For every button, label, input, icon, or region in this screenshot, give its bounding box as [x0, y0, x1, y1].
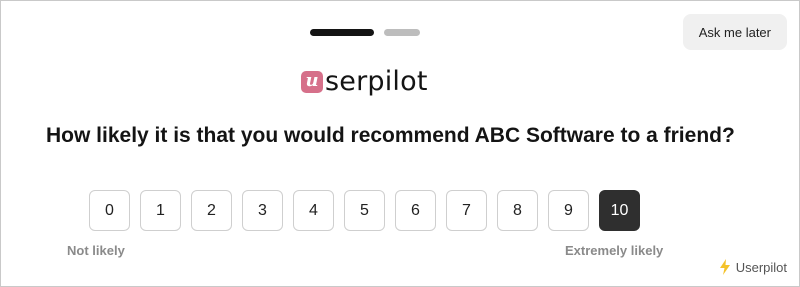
- scale-option-10[interactable]: 10: [599, 190, 640, 231]
- survey-question: How likely it is that you would recommen…: [46, 124, 735, 147]
- scale-option-9[interactable]: 9: [548, 190, 589, 231]
- nps-scale: 0 1 2 3 4 5 6 7 8 9 10: [89, 190, 640, 231]
- survey-modal: Ask me later u serpilot How likely it is…: [0, 0, 800, 287]
- userpilot-logo: u serpilot: [301, 67, 428, 97]
- scale-option-7[interactable]: 7: [446, 190, 487, 231]
- step-indicator: [310, 29, 420, 36]
- scale-option-6[interactable]: 6: [395, 190, 436, 231]
- step-indicator-inactive: [384, 29, 420, 36]
- scale-option-4[interactable]: 4: [293, 190, 334, 231]
- scale-option-0[interactable]: 0: [89, 190, 130, 231]
- scale-option-5[interactable]: 5: [344, 190, 385, 231]
- powered-by-label: Userpilot: [735, 259, 787, 275]
- scale-option-1[interactable]: 1: [140, 190, 181, 231]
- scale-high-label: Extremely likely: [565, 243, 664, 258]
- scale-option-3[interactable]: 3: [242, 190, 283, 231]
- powered-by-badge[interactable]: Userpilot: [719, 259, 787, 275]
- logo-text: serpilot: [325, 66, 428, 97]
- step-indicator-active: [310, 29, 374, 36]
- ask-me-later-button[interactable]: Ask me later: [682, 14, 787, 50]
- scale-low-label: Not likely: [67, 243, 125, 258]
- lightning-bolt-icon: [719, 259, 730, 275]
- logo-mark: u: [301, 71, 323, 93]
- scale-option-8[interactable]: 8: [497, 190, 538, 231]
- scale-option-2[interactable]: 2: [191, 190, 232, 231]
